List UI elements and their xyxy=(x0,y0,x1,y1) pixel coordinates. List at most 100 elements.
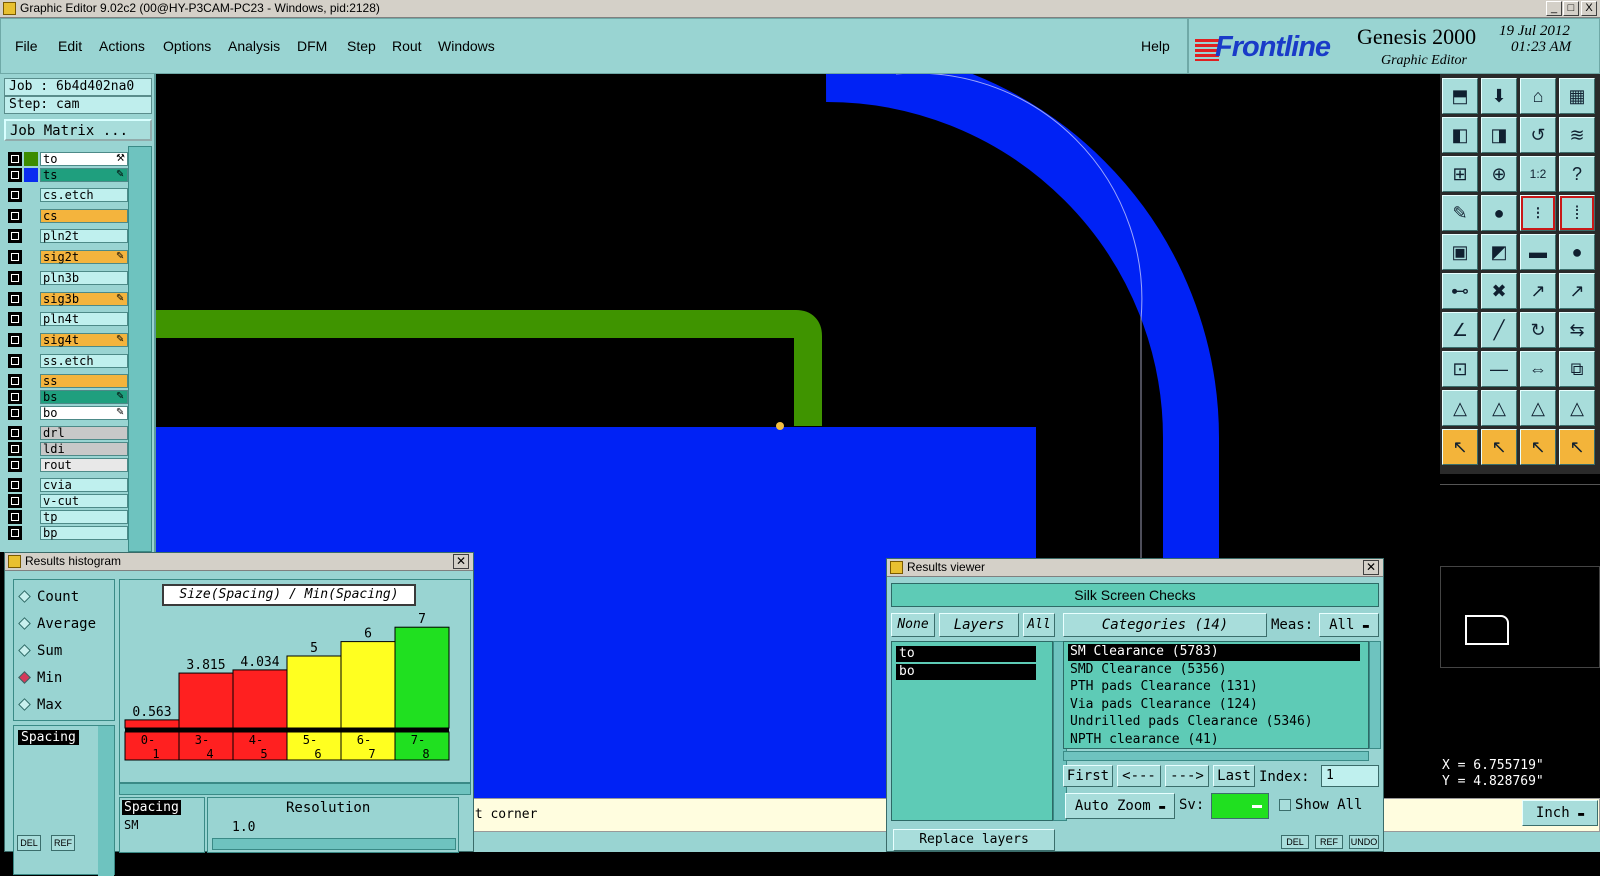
categories-list[interactable]: SM Clearance (5783) SMD Clearance (5356) P… xyxy=(1063,641,1369,749)
histogram-bar[interactable] xyxy=(286,655,342,729)
category-item[interactable]: Via pads Clearance (124) xyxy=(1068,697,1360,714)
toolbox-button-wrench-icon[interactable]: ✎ xyxy=(1442,195,1478,231)
toolbox-button-triangle4-icon[interactable]: △ xyxy=(1559,390,1595,426)
spacing-list-item-selected[interactable]: Spacing xyxy=(122,800,181,815)
spacing-list-item[interactable]: SM xyxy=(124,818,138,832)
layer-checkbox[interactable] xyxy=(8,250,22,264)
toolbox-button-triangle-icon[interactable]: △ xyxy=(1442,390,1478,426)
toolbox-button-shape-icon[interactable]: ◩ xyxy=(1481,234,1517,270)
layer-color-swatch[interactable] xyxy=(24,510,38,524)
layer-checkbox[interactable] xyxy=(8,292,22,306)
layer-color-swatch[interactable] xyxy=(24,390,38,404)
layer-name[interactable]: pln4t xyxy=(40,312,128,326)
job-matrix-button[interactable]: Job Matrix ... xyxy=(4,119,152,141)
layer-row-ts[interactable]: ts ✎ xyxy=(8,168,128,182)
layer-row-ldi[interactable]: ldi xyxy=(8,442,128,456)
category-item[interactable]: SMD Clearance (5356) xyxy=(1068,662,1360,679)
layer-checkbox[interactable] xyxy=(8,188,22,202)
histogram-bar[interactable] xyxy=(232,669,288,729)
menu-rout[interactable]: Rout xyxy=(392,38,422,54)
layer-checkbox[interactable] xyxy=(8,374,22,388)
layer-checkbox[interactable] xyxy=(8,271,22,285)
layer-checkbox[interactable] xyxy=(8,229,22,243)
layer-row-to[interactable]: to ⚒ xyxy=(8,152,128,166)
viewer-del-button[interactable]: DEL xyxy=(1281,835,1309,849)
show-all-checkbox[interactable] xyxy=(1279,799,1291,811)
maximize-button[interactable]: □ xyxy=(1563,1,1579,16)
layer-name[interactable]: ss xyxy=(40,374,128,388)
layer-color-swatch[interactable] xyxy=(24,374,38,388)
menu-actions[interactable]: Actions xyxy=(99,38,145,54)
layer-name[interactable]: cvia xyxy=(40,478,128,492)
toolbox-button-measure-icon[interactable]: ⇔ xyxy=(1520,351,1556,387)
layer-row-ss.etch[interactable]: ss.etch xyxy=(8,354,128,368)
layer-list-scrollbar[interactable] xyxy=(128,146,152,552)
resolution-slider[interactable] xyxy=(212,838,456,850)
mode-radio-max[interactable]: Max xyxy=(18,696,62,714)
layer-color-swatch[interactable] xyxy=(24,494,38,508)
prev-button[interactable]: <--- xyxy=(1117,765,1161,787)
toolbox-button-move-icon[interactable]: ↗ xyxy=(1520,273,1556,309)
histogram-bar[interactable] xyxy=(178,672,234,729)
layer-checkbox[interactable] xyxy=(8,312,22,326)
layer-row-tp[interactable]: tp xyxy=(8,510,128,524)
layer-checkbox[interactable] xyxy=(8,478,22,492)
toolbox-button-minus-icon[interactable]: — xyxy=(1481,351,1517,387)
layer-checkbox[interactable] xyxy=(8,209,22,223)
layer-row-pln3b[interactable]: pln3b xyxy=(8,271,128,285)
meas-dropdown[interactable]: All ▬ xyxy=(1319,613,1379,637)
menu-edit[interactable]: Edit xyxy=(58,38,82,54)
toolbox-button-add-pad-icon[interactable]: ⊡ xyxy=(1442,351,1478,387)
layer-checkbox[interactable] xyxy=(8,426,22,440)
layer-name[interactable]: bo xyxy=(40,406,128,420)
toolbox-button-pointer3-icon[interactable]: ↖ xyxy=(1520,429,1556,465)
layer-checkbox[interactable] xyxy=(8,152,22,166)
layer-color-swatch[interactable] xyxy=(24,188,38,202)
mode-radio-average[interactable]: Average xyxy=(18,615,96,633)
layer-name[interactable]: rout xyxy=(40,458,128,472)
toolbox-button-mirror-icon[interactable]: ⇆ xyxy=(1559,312,1595,348)
layer-color-swatch[interactable] xyxy=(24,229,38,243)
toolbox-button-home-icon[interactable]: ⌂ xyxy=(1520,78,1556,114)
categories-scrollbar[interactable] xyxy=(1369,641,1381,749)
measure-scrollbar[interactable] xyxy=(98,726,114,876)
layer-color-swatch[interactable] xyxy=(24,354,38,368)
histogram-bar[interactable] xyxy=(340,641,396,729)
toolbox-button-grid-icon[interactable]: ▦ xyxy=(1559,78,1595,114)
layer-row-rout[interactable]: rout xyxy=(8,458,128,472)
layer-row-sig4t[interactable]: sig4t ✎ xyxy=(8,333,128,347)
toolbox-button-ruler-icon[interactable]: ▬ xyxy=(1520,234,1556,270)
layer-checkbox[interactable] xyxy=(8,390,22,404)
toolbox-button-scale-icon[interactable]: 1:2 xyxy=(1520,156,1556,192)
toolbox-button-undo-box-icon[interactable]: ↺ xyxy=(1520,117,1556,153)
toolbox-button-group-icon[interactable]: ⧉ xyxy=(1559,351,1595,387)
layer-color-swatch[interactable] xyxy=(24,271,38,285)
menu-options[interactable]: Options xyxy=(163,38,211,54)
histogram-bar[interactable] xyxy=(394,626,450,729)
layer-name[interactable]: cs xyxy=(40,209,128,223)
toolbox-button-net-red2-icon[interactable]: ⁞ xyxy=(1559,195,1595,231)
menu-file[interactable]: File xyxy=(15,38,38,54)
menu-help[interactable]: Help xyxy=(1141,38,1170,54)
layer-checkbox[interactable] xyxy=(8,406,22,420)
first-button[interactable]: First xyxy=(1063,765,1113,787)
viewer-undo-button[interactable]: UNDO xyxy=(1349,835,1379,849)
category-item[interactable]: SM Clearance (5783) xyxy=(1068,644,1360,661)
layer-row-bp[interactable]: bp xyxy=(8,526,128,540)
mode-radio-sum[interactable]: Sum xyxy=(18,642,62,660)
layer-name[interactable]: ss.etch xyxy=(40,354,128,368)
layers-list[interactable]: to bo xyxy=(891,641,1053,821)
layer-name[interactable]: to xyxy=(40,152,128,166)
toolbox-button-triangle3-icon[interactable]: △ xyxy=(1520,390,1556,426)
layer-row-pln4t[interactable]: pln4t xyxy=(8,312,128,326)
histogram-scrollbar[interactable] xyxy=(119,783,471,795)
layer-row-drl[interactable]: drl xyxy=(8,426,128,440)
spacing-list[interactable]: Spacing SM xyxy=(119,797,205,853)
measure-selector[interactable]: Spacing xyxy=(13,725,115,876)
sv-color-dropdown[interactable]: ▬ xyxy=(1211,793,1269,819)
layer-row-cs[interactable]: cs xyxy=(8,209,128,223)
layer-color-swatch[interactable] xyxy=(24,250,38,264)
del-button[interactable]: DEL xyxy=(17,835,41,851)
viewer-layer-item[interactable]: bo xyxy=(896,664,1036,680)
viewer-ref-button[interactable]: REF xyxy=(1315,835,1343,849)
